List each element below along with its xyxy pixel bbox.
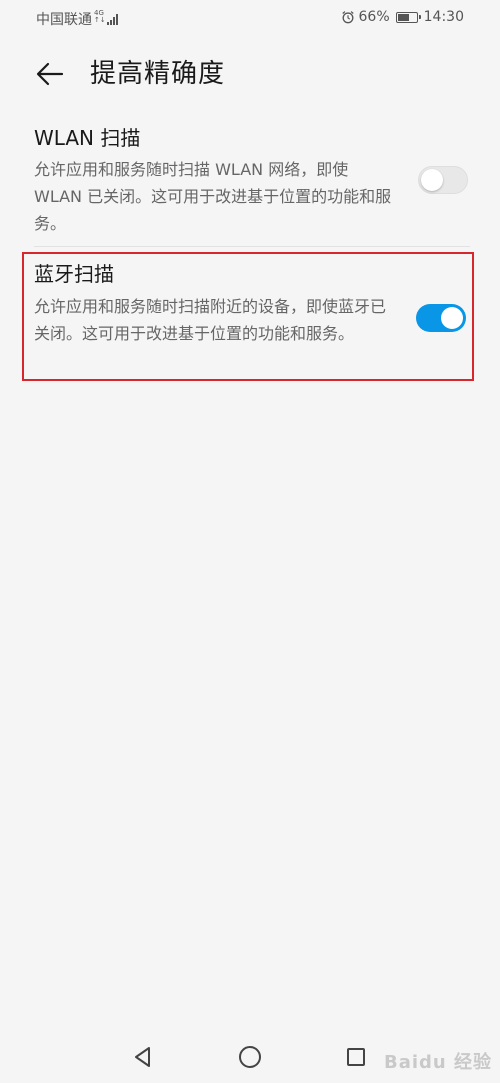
wlan-scan-toggle[interactable] <box>418 166 468 194</box>
nav-recent-button[interactable] <box>341 1042 371 1072</box>
page-title: 提高精确度 <box>90 59 226 89</box>
bluetooth-scan-toggle[interactable] <box>416 304 466 332</box>
divider <box>34 246 470 247</box>
setting-bluetooth-scan[interactable]: 蓝牙扫描 允许应用和服务随时扫描附近的设备，即使蓝牙已关闭。这可用于改进基于位置… <box>22 252 474 381</box>
toggle-knob <box>441 307 463 329</box>
status-bar: 中国联通 4G ↑↓ 66% 14:30 <box>0 0 500 36</box>
nav-back-button[interactable] <box>128 1042 158 1072</box>
nav-home-button[interactable] <box>235 1042 265 1072</box>
watermark: Baidu 经验 <box>383 1052 492 1073</box>
network-type: 4G ↑↓ <box>94 10 106 24</box>
back-arrow-icon <box>36 62 64 86</box>
setting-description: 允许应用和服务随时扫描 WLAN 网络，即使 WLAN 已关闭。这可用于改进基于… <box>34 160 392 233</box>
battery-percent: 66% <box>358 9 390 25</box>
network-activity-label: ↑↓ <box>94 16 106 24</box>
signal-icon <box>106 13 119 25</box>
setting-title: 蓝牙扫描 <box>34 262 114 286</box>
screen: 中国联通 4G ↑↓ 66% 14:30 提高精确度 WLAN 扫描 允许应用和… <box>0 0 500 1083</box>
back-button[interactable] <box>30 56 70 92</box>
setting-description: 允许应用和服务随时扫描附近的设备，即使蓝牙已关闭。这可用于改进基于位置的功能和服… <box>34 297 387 343</box>
header: 提高精确度 <box>0 52 500 96</box>
carrier-name: 中国联通 <box>36 12 92 28</box>
status-left: 中国联通 4G ↑↓ <box>36 9 119 29</box>
status-time: 14:30 <box>423 9 464 25</box>
nav-home-icon <box>239 1046 261 1068</box>
nav-recent-icon <box>347 1048 365 1066</box>
nav-back-icon <box>135 1047 150 1067</box>
battery-icon <box>395 11 421 23</box>
status-right: 66% 14:30 <box>341 9 464 25</box>
alarm-icon <box>341 11 354 24</box>
battery-fill <box>397 13 409 21</box>
setting-wlan-scan[interactable]: WLAN 扫描 允许应用和服务随时扫描 WLAN 网络，即使 WLAN 已关闭。… <box>22 118 474 246</box>
setting-title: WLAN 扫描 <box>34 126 141 150</box>
toggle-knob <box>421 169 443 191</box>
